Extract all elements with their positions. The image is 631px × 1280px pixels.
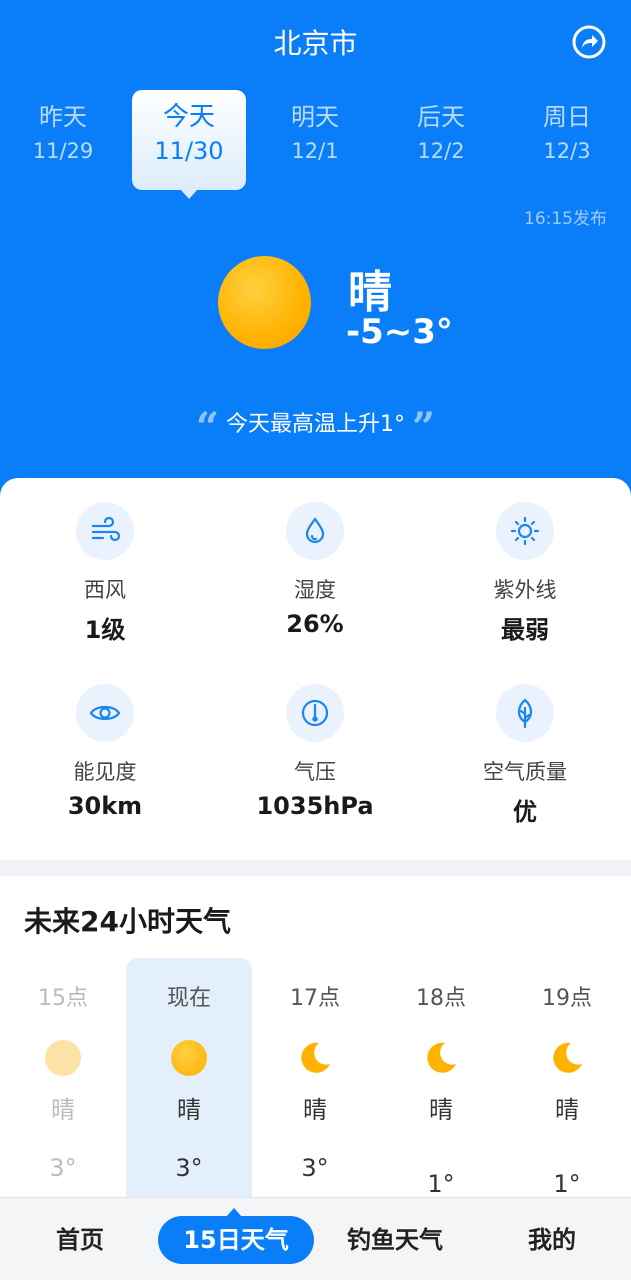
day-name: 周日 bbox=[543, 103, 591, 131]
weather-tip: “ 今天最高温上升1° ” bbox=[0, 404, 631, 451]
metric-visibility: 能见度 30km bbox=[0, 684, 210, 820]
nav-15day[interactable]: 15日天气 bbox=[158, 1208, 314, 1264]
day-tab-tomorrow[interactable]: 明天 12/1 bbox=[260, 100, 370, 168]
section-divider bbox=[0, 860, 631, 876]
hour-time: 17点 bbox=[290, 986, 340, 1011]
nav-home[interactable]: 首页 bbox=[28, 1216, 132, 1264]
metric-label: 西风 bbox=[84, 578, 126, 602]
humidity-icon bbox=[286, 502, 344, 560]
day-name: 昨天 bbox=[39, 103, 87, 131]
close-quote-icon: ” bbox=[412, 404, 436, 451]
hour-time: 15点 bbox=[38, 986, 88, 1011]
day-tab-sunday[interactable]: 周日 12/3 bbox=[512, 100, 622, 168]
hourly-title: 未来24小时天气 bbox=[24, 905, 231, 938]
metric-label: 空气质量 bbox=[483, 760, 567, 784]
hour-temp: 1° bbox=[427, 1170, 455, 1198]
hour-temp: 3° bbox=[301, 1154, 329, 1182]
day-tab-yesterday[interactable]: 昨天 11/29 bbox=[8, 100, 118, 168]
day-date: 12/1 bbox=[291, 139, 339, 163]
metric-label: 气压 bbox=[294, 760, 336, 784]
metric-label: 能见度 bbox=[73, 760, 137, 784]
current-condition: 晴 bbox=[348, 267, 392, 318]
metric-air-quality: 空气质量 优 bbox=[420, 684, 630, 827]
moon-icon bbox=[549, 1040, 585, 1076]
day-date: 12/2 bbox=[417, 139, 465, 163]
hour-temp: 3° bbox=[49, 1154, 77, 1182]
metric-value: 26% bbox=[286, 610, 344, 638]
metrics-card: 西风 1级 湿度 26% 紫外线 最弱 能见度 30km 气压 1035hPa … bbox=[0, 478, 631, 860]
day-date: 12/3 bbox=[543, 139, 591, 163]
publish-time: 16:15发布 bbox=[524, 209, 607, 229]
hour-condition: 晴 bbox=[429, 1096, 453, 1124]
bottom-nav: 首页 15日天气 钓鱼天气 我的 bbox=[0, 1197, 631, 1280]
metric-value: 最弱 bbox=[501, 616, 549, 644]
eye-icon bbox=[76, 684, 134, 742]
hour-time: 现在 bbox=[166, 986, 211, 1011]
sun-icon bbox=[218, 256, 311, 349]
metric-humidity: 湿度 26% bbox=[210, 502, 420, 638]
sun-icon bbox=[45, 1040, 81, 1076]
wind-icon bbox=[76, 502, 134, 560]
sun-icon bbox=[171, 1040, 207, 1076]
metric-value: 30km bbox=[67, 792, 143, 820]
uv-icon bbox=[496, 502, 554, 560]
metric-pressure: 气压 1035hPa bbox=[210, 684, 420, 820]
hourly-item[interactable]: 19点 晴 1° bbox=[504, 958, 630, 1198]
metric-uv: 紫外线 最弱 bbox=[420, 502, 630, 645]
day-date: 11/29 bbox=[32, 139, 94, 163]
nav-fishing[interactable]: 钓鱼天气 bbox=[330, 1216, 460, 1264]
day-date: 11/30 bbox=[154, 137, 224, 165]
metric-value: 1级 bbox=[84, 616, 126, 644]
hour-condition: 晴 bbox=[51, 1096, 75, 1124]
moon-icon bbox=[423, 1040, 459, 1076]
metric-value: 优 bbox=[513, 798, 537, 826]
day-name: 今天 bbox=[162, 102, 215, 132]
hour-condition: 晴 bbox=[303, 1096, 327, 1124]
hourly-item-now[interactable]: 现在 晴 3° bbox=[126, 958, 252, 1198]
metric-label: 湿度 bbox=[294, 578, 336, 602]
hourly-item[interactable]: 15点 晴 3° bbox=[0, 958, 126, 1198]
hour-time: 19点 bbox=[542, 986, 592, 1011]
day-name: 明天 bbox=[291, 103, 339, 131]
hour-temp: 3° bbox=[175, 1154, 203, 1182]
metric-label: 紫外线 bbox=[493, 578, 557, 602]
current-temp-range: -5~3° bbox=[346, 312, 453, 352]
open-quote-icon: “ bbox=[195, 404, 219, 451]
metric-value: 1035hPa bbox=[256, 792, 374, 820]
weather-header: 北京市 昨天 11/29 今天 11/30 明天 12/1 后天 12/2 周日… bbox=[0, 0, 631, 500]
hour-time: 18点 bbox=[416, 986, 466, 1011]
moon-icon bbox=[297, 1040, 333, 1076]
leaf-icon bbox=[496, 684, 554, 742]
share-icon[interactable] bbox=[571, 24, 607, 60]
nav-mine[interactable]: 我的 bbox=[500, 1216, 604, 1264]
day-tab-today[interactable]: 今天 11/30 bbox=[132, 90, 246, 199]
hour-condition: 晴 bbox=[555, 1096, 579, 1124]
hour-temp: 1° bbox=[553, 1170, 581, 1198]
hourly-item[interactable]: 17点 晴 3° bbox=[252, 958, 378, 1198]
city-name[interactable]: 北京市 bbox=[0, 22, 631, 62]
pressure-icon bbox=[286, 684, 344, 742]
hour-condition: 晴 bbox=[177, 1096, 201, 1124]
metric-wind: 西风 1级 bbox=[0, 502, 210, 645]
day-name: 后天 bbox=[417, 103, 465, 131]
day-tab-day-after[interactable]: 后天 12/2 bbox=[386, 100, 496, 168]
hourly-item[interactable]: 18点 晴 1° bbox=[378, 958, 504, 1198]
tip-text: 今天最高温上升1° bbox=[226, 412, 405, 437]
